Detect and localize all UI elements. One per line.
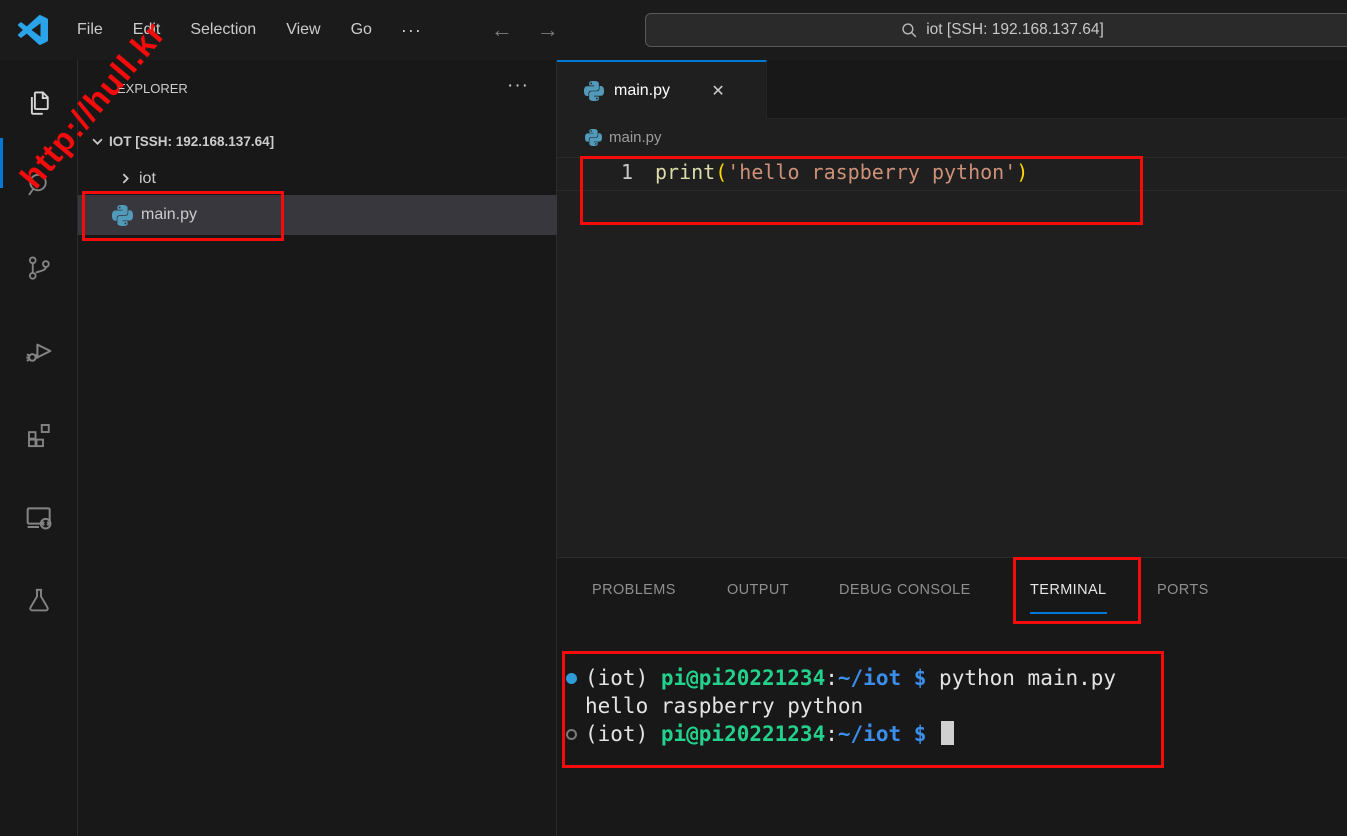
nav-back-icon[interactable]: ← — [488, 17, 516, 43]
command-pending-decoration-icon[interactable] — [566, 729, 577, 740]
breadcrumb-item[interactable]: main.py — [609, 129, 662, 146]
menu-edit[interactable]: Edit — [118, 15, 176, 45]
editor-tab-bar: main.py ✕ — [557, 60, 1347, 119]
menu-selection[interactable]: Selection — [175, 15, 271, 45]
source-control-icon[interactable] — [0, 240, 78, 296]
remote-explorer-icon[interactable] — [0, 489, 78, 545]
terminal-line: (iot) pi@pi20221234:~/iot $ — [585, 720, 954, 748]
search-view-icon[interactable] — [0, 157, 78, 213]
tree-root-iot-ssh[interactable]: IOT [SSH: 192.168.137.64] — [78, 126, 557, 156]
search-value: iot [SSH: 192.168.137.64] — [926, 21, 1104, 39]
tab-main-py[interactable]: main.py ✕ — [557, 60, 767, 119]
vscode-logo-icon — [18, 15, 48, 45]
tree-item-main-py[interactable]: main.py — [78, 195, 557, 235]
menu-go[interactable]: Go — [336, 15, 387, 45]
explorer-icon[interactable] — [0, 75, 78, 131]
terminal-line: hello raspberry python — [585, 692, 863, 720]
title-bar: File Edit Selection View Go ··· ← → iot … — [0, 0, 1347, 60]
python-file-icon — [584, 81, 604, 101]
code-line-1[interactable]: print('hello raspberry python') — [655, 160, 1028, 184]
extensions-icon[interactable] — [0, 406, 78, 462]
python-file-icon — [112, 205, 133, 226]
chevron-down-icon — [92, 135, 103, 150]
tree-item-iot-folder[interactable]: iot — [78, 164, 557, 194]
nav-forward-icon[interactable]: → — [534, 17, 562, 43]
bottom-panel: PROBLEMS OUTPUT DEBUG CONSOLE TERMINAL P… — [557, 557, 1347, 836]
explorer-title: EXPLORER — [117, 81, 188, 96]
explorer-more-icon[interactable]: ··· — [507, 75, 529, 97]
panel-tab-debug-console[interactable]: DEBUG CONSOLE — [839, 582, 971, 612]
menu-view[interactable]: View — [271, 15, 335, 45]
panel-tab-ports[interactable]: PORTS — [1157, 582, 1209, 612]
testing-icon[interactable] — [0, 572, 78, 628]
search-icon — [901, 22, 918, 39]
panel-tab-output[interactable]: OUTPUT — [727, 582, 789, 612]
code-editor[interactable]: 1 print('hello raspberry python') — [557, 156, 1347, 557]
line-number: 1 — [557, 160, 633, 184]
command-center-search[interactable]: iot [SSH: 192.168.137.64] — [645, 13, 1347, 47]
panel-tab-problems[interactable]: PROBLEMS — [592, 582, 676, 612]
menu-file[interactable]: File — [62, 15, 118, 45]
command-success-decoration-icon[interactable] — [566, 673, 577, 684]
terminal-line: (iot) pi@pi20221234:~/iot $ python main.… — [585, 664, 1116, 692]
tree-item-label: iot — [139, 170, 156, 188]
run-and-debug-icon[interactable] — [0, 323, 78, 379]
breadcrumb[interactable]: main.py — [557, 119, 1347, 156]
panel-tab-terminal[interactable]: TERMINAL — [1030, 582, 1107, 614]
tab-close-icon[interactable]: ✕ — [706, 79, 730, 103]
menu-more-icon[interactable]: ··· — [387, 14, 436, 47]
chevron-right-icon — [120, 171, 131, 189]
explorer-sidebar: EXPLORER ··· IOT [SSH: 192.168.137.64] i… — [78, 60, 557, 836]
activity-bar — [0, 60, 78, 836]
vscode-window: File Edit Selection View Go ··· ← → iot … — [0, 0, 1347, 836]
tree-item-label: main.py — [141, 206, 197, 224]
tree-root-label: IOT [SSH: 192.168.137.64] — [109, 134, 274, 149]
python-file-icon — [585, 129, 602, 146]
tab-label: main.py — [614, 82, 670, 100]
